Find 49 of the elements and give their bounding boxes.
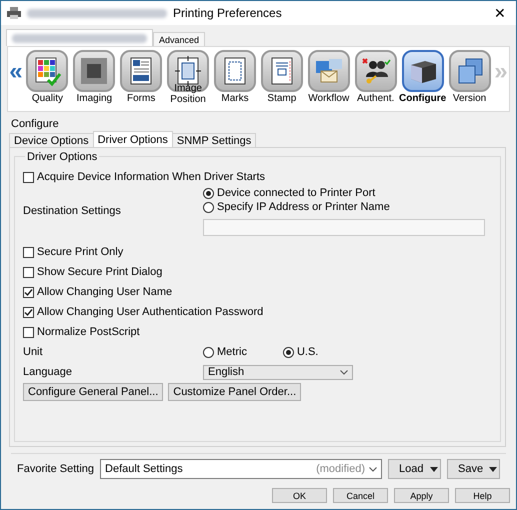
tab[interactable]: SNMP Settings [172,133,256,147]
dialog-button[interactable]: Help [455,488,510,503]
radio-label: Specify IP Address or Printer Name [217,201,390,213]
radio-label: U.S. [296,346,318,358]
checkbox-label: Secure Print Only [37,246,124,258]
scroll-left-button[interactable]: « [8,58,24,86]
radio-button[interactable] [203,202,214,212]
address-field[interactable] [203,219,485,236]
section-title: Driver Options [25,151,100,163]
panel-button[interactable]: Configure General Panel... [23,383,164,401]
radio-button[interactable] [282,346,294,358]
tab[interactable]: Driver Options [92,131,173,147]
group-title: Configure [10,118,60,131]
split-button[interactable]: Save [447,459,500,479]
field-label: Unit [23,346,44,358]
tab[interactable]: Advanced [153,32,206,46]
checkbox-label: Normalize PostScript [37,326,140,338]
language-dropdown[interactable]: English [203,364,353,380]
radio-button[interactable] [203,346,214,358]
panel-button[interactable]: Customize Panel Order... [168,383,302,401]
field-label: Favorite Setting [17,463,94,475]
radio-label: Device connected to Printer Port [217,187,376,199]
caret-icon [430,466,438,472]
split-button[interactable]: Load [388,459,441,479]
radio-button[interactable] [203,188,214,198]
dialog-button[interactable]: OK [272,488,327,503]
checkbox[interactable] [23,306,34,318]
tab[interactable]: Device Options [9,133,94,147]
dialog-button[interactable]: Apply [394,488,449,503]
field-label: Language [23,366,73,378]
radio-label: Metric [217,346,247,358]
field-label: Destination Settings [23,205,122,217]
checkbox-label: Allow Changing User Name [37,286,172,298]
dialog-button[interactable]: Cancel [333,488,388,503]
caret-icon [489,466,497,472]
checkbox-label: Allow Changing User Authentication Password [37,306,264,318]
checkbox-label: Show Secure Print Dialog [37,266,162,278]
window-title: Printing Preferences [173,6,283,20]
checkbox-label: Acquire Device Information When Driver Starts [37,171,266,183]
checkbox[interactable] [23,172,34,182]
checkbox[interactable] [23,246,34,258]
favorite-dropdown[interactable]: Default Settings (modified) [100,459,382,479]
chevron-down-icon [369,466,377,472]
close-button[interactable]: ✕ [490,5,510,21]
chevron-down-icon [340,370,348,374]
printer-icon [7,7,21,19]
checkbox[interactable] [23,266,34,278]
checkbox[interactable] [23,326,34,338]
checkbox[interactable] [23,286,34,298]
